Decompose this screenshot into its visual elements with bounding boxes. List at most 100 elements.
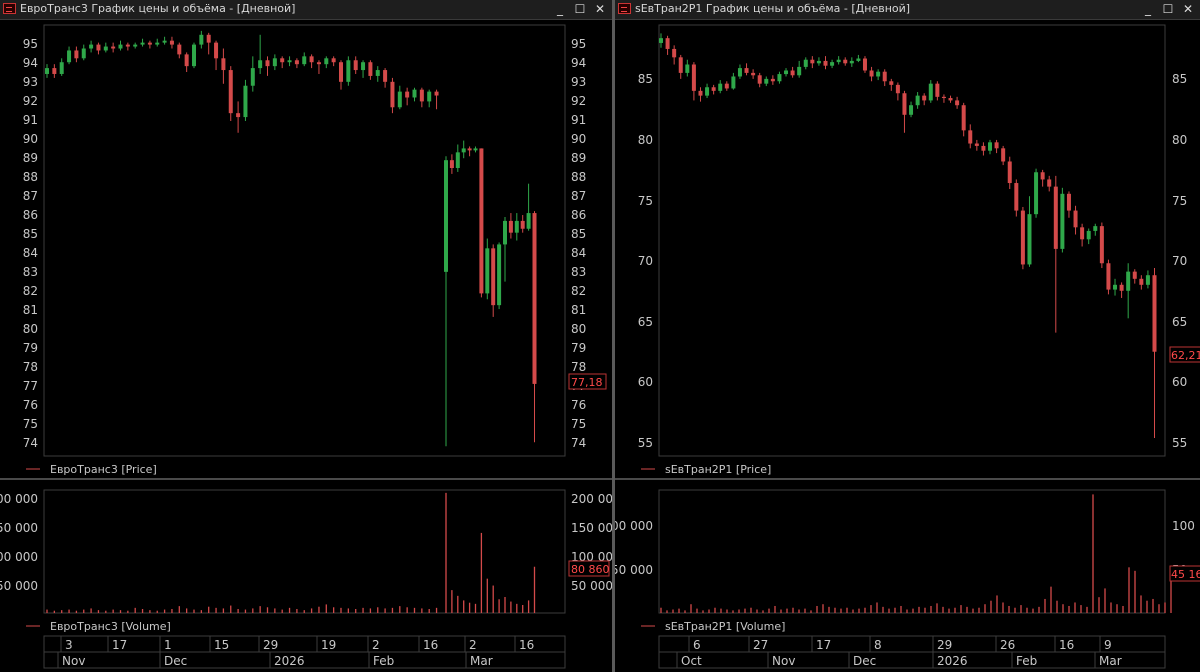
candle	[250, 56, 255, 92]
candle-body	[125, 44, 130, 47]
candle	[444, 156, 448, 447]
candle	[397, 85, 402, 110]
month-tick-label: Feb	[1016, 654, 1037, 668]
candle	[331, 56, 336, 67]
candle-body	[1007, 161, 1012, 184]
candle	[698, 87, 703, 102]
candle	[770, 75, 775, 85]
price-tick-left: 78	[23, 360, 38, 374]
candle-body	[508, 220, 513, 233]
candle	[764, 76, 769, 87]
price-tick-right: 55	[1172, 436, 1187, 450]
price-tick-right: 79	[571, 341, 586, 355]
candle-body	[103, 46, 108, 51]
candle	[1080, 223, 1085, 247]
candle	[751, 69, 756, 79]
candle-body	[685, 64, 690, 73]
candle	[1027, 196, 1032, 267]
candle	[1139, 275, 1144, 290]
candle	[784, 68, 789, 77]
candle-body	[467, 148, 472, 151]
price-tick-left: 83	[23, 265, 38, 279]
volume-tick-left: 00 000	[615, 519, 653, 533]
candle-body	[1014, 183, 1019, 211]
price-tick-left: 75	[23, 417, 38, 431]
candle-body	[236, 113, 241, 118]
candle	[981, 142, 986, 156]
price-tick-right: 74	[571, 436, 586, 450]
date-tick-label: 9	[1104, 638, 1112, 652]
candle-body	[491, 248, 496, 306]
price-legend: sЕвТран2Р1 [Price]	[665, 463, 771, 476]
candle-body	[324, 58, 329, 65]
candle-body	[444, 160, 448, 272]
candle-body	[331, 58, 336, 63]
date-tick-label: 16	[1059, 638, 1074, 652]
candle-body	[177, 44, 182, 55]
candle	[856, 54, 861, 63]
price-tick-right: 76	[571, 398, 586, 412]
candle-body	[935, 83, 940, 97]
candle	[461, 140, 466, 159]
candle-body	[836, 59, 841, 63]
candle-body	[1099, 226, 1104, 264]
price-tick-right: 91	[571, 113, 586, 127]
candle	[520, 215, 525, 233]
price-tick-right: 85	[571, 227, 586, 241]
month-tick-label: Nov	[772, 654, 795, 668]
price-tick-right: 82	[571, 284, 586, 298]
candle	[133, 42, 138, 49]
candle-body	[147, 42, 152, 45]
candle-body	[272, 58, 277, 67]
candle-body	[397, 91, 402, 108]
candle-body	[302, 56, 307, 65]
candle-body	[140, 42, 145, 45]
candle	[280, 56, 285, 69]
candle-body	[368, 62, 373, 76]
candle-body	[974, 143, 979, 146]
candle-body	[455, 152, 460, 169]
candle-body	[823, 60, 828, 66]
candle-body	[89, 44, 94, 49]
candle-body	[111, 46, 116, 49]
price-tick-left: 74	[23, 436, 38, 450]
candle	[508, 213, 513, 239]
candle	[228, 66, 233, 121]
candle	[361, 60, 366, 78]
candle	[941, 94, 946, 103]
price-volume-chart[interactable]: 85 85 80 80 75 75 70 70 65 65 60 60 55 55 00 000 50 000…	[615, 0, 1200, 672]
candle-body	[869, 70, 874, 77]
candle	[419, 87, 424, 108]
candle	[816, 57, 821, 66]
candle	[455, 144, 460, 172]
price-tick-right: 75	[571, 417, 586, 431]
candle	[162, 36, 167, 45]
price-candles	[45, 30, 537, 447]
candle-body	[133, 44, 138, 47]
candle-body	[353, 60, 358, 71]
candle	[724, 81, 729, 91]
candle	[672, 45, 677, 65]
candle	[1145, 270, 1150, 289]
candle-body	[473, 148, 478, 151]
candle-body	[1066, 193, 1071, 211]
candle	[1060, 187, 1065, 253]
candle	[823, 56, 828, 70]
candle	[96, 42, 101, 55]
volume-bars	[46, 492, 536, 613]
candle	[503, 216, 507, 282]
candle	[757, 72, 762, 88]
candle-body	[902, 93, 907, 115]
price-volume-chart[interactable]: 95 95 94 94 93 93 92 92 91 91 90 90 89 89 88 88 87 87 86 86…	[0, 0, 612, 672]
candle	[948, 95, 953, 103]
month-tick-label: Feb	[373, 654, 394, 668]
chart-window-evrotrans3: ЕвроТранс3 График цены и объёма - [Дневн…	[0, 0, 612, 672]
candle-body	[258, 60, 263, 69]
candle-body	[532, 213, 537, 384]
candle-body	[816, 60, 821, 64]
month-tick-label: Dec	[164, 654, 187, 668]
price-tick-left: 60	[638, 375, 653, 389]
candle	[711, 84, 716, 95]
month-tick-label: Dec	[853, 654, 876, 668]
candle-body	[383, 70, 388, 82]
